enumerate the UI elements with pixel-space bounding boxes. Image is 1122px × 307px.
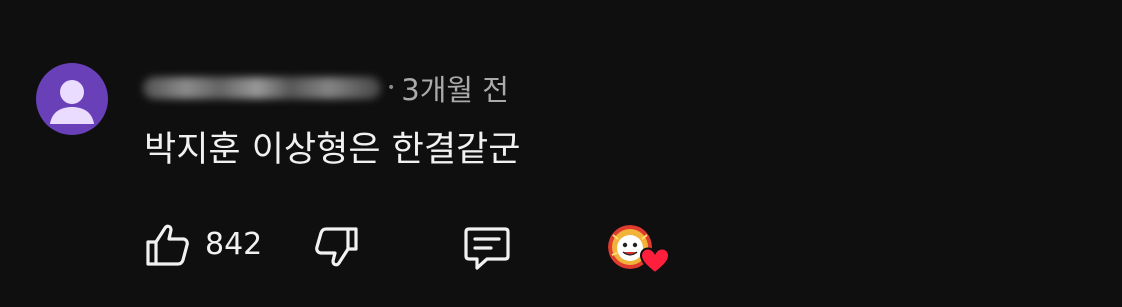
like-button[interactable] (143, 221, 191, 269)
comment-timestamp: 3개월 전 (401, 73, 509, 107)
commenter-avatar[interactable] (36, 63, 108, 135)
comment-item: • 3개월 전 박지훈 이상형은 한결같군 842 (0, 0, 1122, 307)
comment-actions: 842 (0, 215, 1122, 279)
comment-meta: • 3개월 전 (143, 68, 509, 108)
like-count: 842 (205, 227, 263, 262)
heart-icon (640, 247, 670, 275)
creator-heart-button[interactable] (608, 225, 672, 277)
dislike-button[interactable] (313, 223, 361, 271)
thumbs-down-icon (315, 227, 358, 267)
reply-comment-icon (464, 227, 510, 270)
comment-text: 박지훈 이상형은 한결같군 (144, 130, 521, 170)
blurred-username[interactable] (143, 77, 381, 99)
thumbs-up-icon (146, 224, 189, 266)
user-avatar-placeholder-icon (50, 80, 94, 124)
reply-button[interactable] (461, 223, 513, 275)
separator-dot: • (387, 80, 396, 96)
